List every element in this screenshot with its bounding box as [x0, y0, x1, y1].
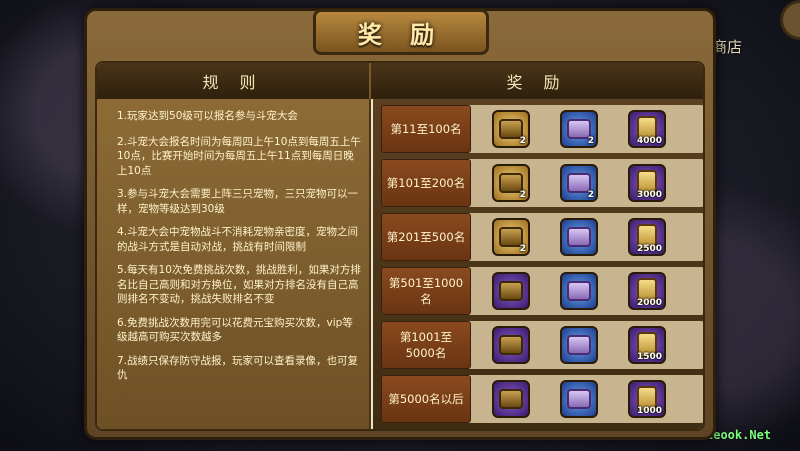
rule-item: 2.斗宠大会报名时间为每周四上午10点到每周五上午10点，比赛开始时间为每周五上…: [117, 135, 361, 177]
panel-title: 奖 励: [357, 19, 445, 49]
reward-item[interactable]: [492, 272, 530, 310]
reward-item[interactable]: 2000: [628, 272, 666, 310]
reward-row: 第5000名以后 1000: [381, 375, 703, 423]
reward-items: 2 2 3000: [471, 164, 703, 202]
rules-column-header: 规 则: [97, 63, 371, 99]
reward-item[interactable]: 2: [560, 164, 598, 202]
reward-panel: 奖 励 规 则 奖 励 1.玩家达到50级可以报名参与斗宠大会 2.斗宠大会报名…: [84, 8, 716, 440]
item-count: 2: [587, 190, 594, 200]
gift-box-icon: [567, 335, 591, 355]
reward-items: 1500: [471, 326, 703, 364]
item-count: 3000: [636, 190, 662, 200]
rule-item: 7.战绩只保存防守战报，玩家可以查看录像，也可复仇: [117, 354, 359, 382]
reward-item[interactable]: [560, 380, 598, 418]
shop-label[interactable]: 商店: [712, 36, 742, 57]
rule-item: 4.斗宠大会中宠物战斗不消耗宠物亲密度，宠物之间的战斗方式是自动对战，挑战有时间…: [117, 226, 359, 253]
gift-box-icon: [567, 281, 591, 301]
reward-row: 第201至500名 2 2500: [381, 213, 703, 261]
reward-item[interactable]: [560, 218, 598, 256]
reward-item[interactable]: 1000: [628, 380, 666, 418]
bronze-chest-icon: [499, 281, 523, 301]
reward-item[interactable]: 2: [560, 110, 598, 148]
rank-label: 第501至1000名: [381, 267, 471, 315]
rule-item: 5.每天有10次免费挑战次数，挑战胜利，如果对方排名比自己高则和对方换位，如果对…: [117, 264, 361, 305]
item-count: 2: [519, 244, 526, 254]
rank-label: 第11至100名: [381, 105, 471, 153]
reward-item[interactable]: 2: [492, 110, 530, 148]
reward-item[interactable]: [560, 326, 598, 364]
panel-content: 规 则 奖 励 1.玩家达到50级可以报名参与斗宠大会 2.斗宠大会报名时间为每…: [95, 61, 705, 431]
reward-row: 第501至1000名 2000: [381, 267, 703, 315]
bronze-chest-icon: [499, 389, 523, 409]
item-count: 4000: [636, 136, 662, 146]
rank-label: 第101至200名: [381, 159, 471, 207]
gift-box-icon: [567, 389, 591, 409]
reward-item[interactable]: 2: [492, 218, 530, 256]
reward-row: 第101至200名 2 2 3000: [381, 159, 703, 207]
reward-item[interactable]: 2500: [628, 218, 666, 256]
bronze-chest-icon: [499, 335, 523, 355]
rules-list[interactable]: 1.玩家达到50级可以报名参与斗宠大会 2.斗宠大会报名时间为每周四上午10点到…: [97, 99, 371, 429]
reward-item[interactable]: 3000: [628, 164, 666, 202]
rule-item: 3.参与斗宠大会需要上阵三只宠物，三只宠物可以一样，宠物等级达到30级: [117, 188, 359, 215]
reward-item[interactable]: [492, 380, 530, 418]
rewards-column-header: 奖 励: [506, 73, 568, 92]
item-count: 1500: [636, 352, 662, 362]
gift-box-icon: [567, 227, 591, 247]
reward-items: 2 2500: [471, 218, 703, 256]
item-count: 2: [519, 136, 526, 146]
rank-label: 第1001至5000名: [381, 321, 471, 369]
rule-item: 1.玩家达到50级可以报名参与斗宠大会: [117, 110, 298, 122]
reward-items: 2000: [471, 272, 703, 310]
reward-item[interactable]: [492, 326, 530, 364]
reward-item[interactable]: 4000: [628, 110, 666, 148]
column-header-row: 规 则 奖 励: [97, 63, 703, 99]
reward-item[interactable]: 1500: [628, 326, 666, 364]
rank-label: 第201至500名: [381, 213, 471, 261]
item-count: 1000: [636, 406, 662, 416]
reward-items: 1000: [471, 380, 703, 418]
rule-item: 6.免费挑战次数用完可以花费元宝购买次数，vip等级越高可购买次数越多: [117, 316, 353, 344]
item-count: 2: [519, 190, 526, 200]
reward-row: 第1001至5000名 1500: [381, 321, 703, 369]
reward-item[interactable]: [560, 272, 598, 310]
rank-label: 第5000名以后: [381, 375, 471, 423]
reward-row: 第11至100名 2 2 4000: [381, 105, 703, 153]
reward-item[interactable]: 2: [492, 164, 530, 202]
item-count: 2500: [636, 244, 662, 254]
item-count: 2000: [636, 298, 662, 308]
rewards-list[interactable]: 第11至100名 2 2 4000 第101至200名 2 2 3000 第201至500名 2 2…: [373, 99, 703, 429]
item-count: 2: [587, 136, 594, 146]
panel-title-bar: 奖 励: [313, 9, 489, 55]
reward-items: 2 2 4000: [471, 110, 703, 148]
